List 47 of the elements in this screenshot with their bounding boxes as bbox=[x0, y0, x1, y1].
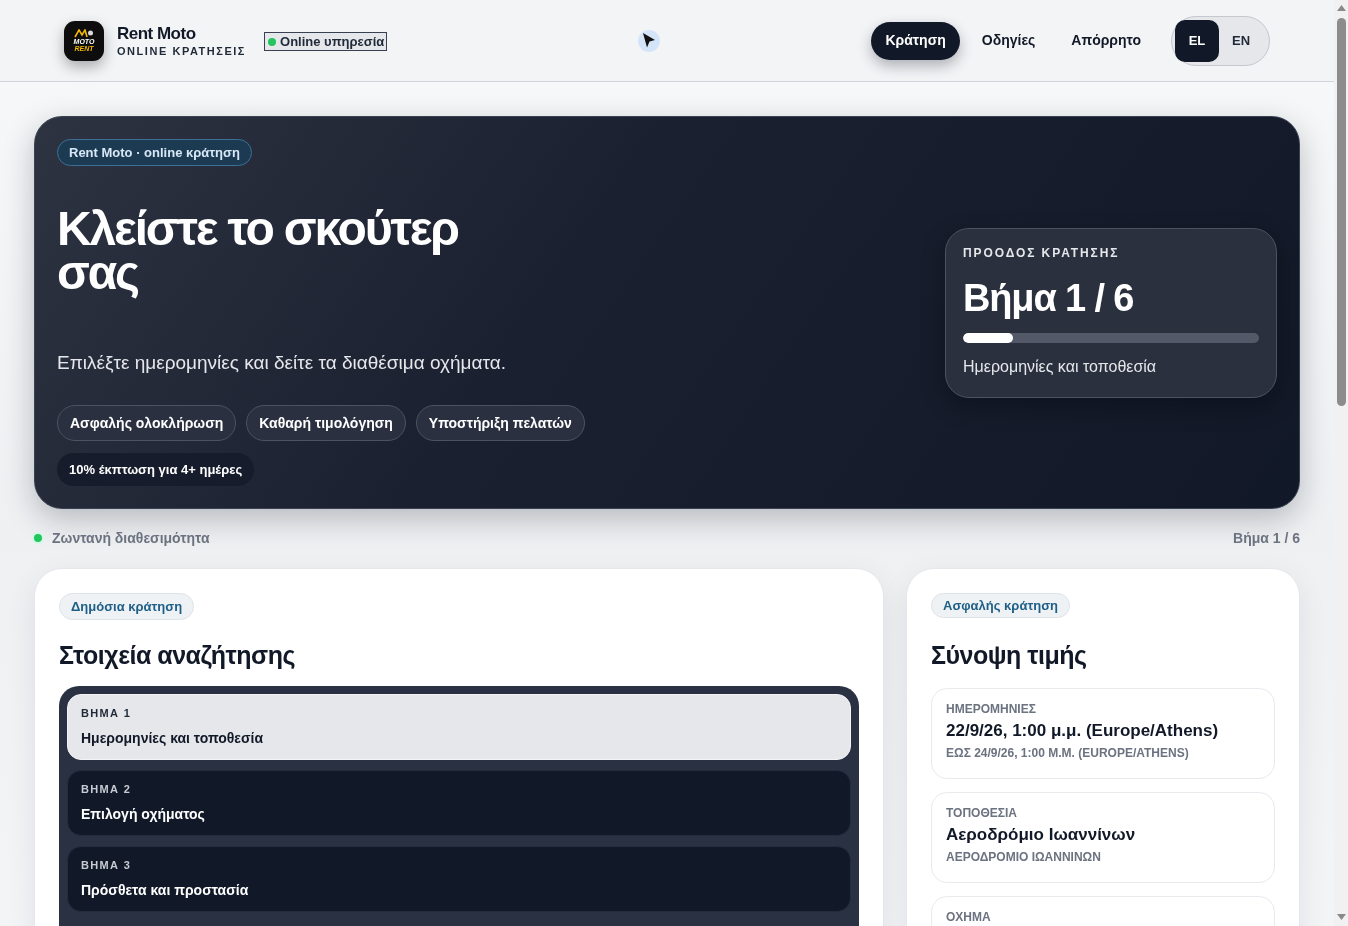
summary-label: ΤΟΠΟΘΕΣΙΑ bbox=[946, 805, 1018, 821]
summary-value: 22/9/26, 1:00 μ.μ. (Europe/Athens) bbox=[946, 720, 1220, 742]
progress-label: ΠΡΟΟΔΟΣ ΚΡΑΤΗΣΗΣ bbox=[963, 245, 1121, 261]
live-dot-icon bbox=[32, 532, 44, 544]
status-label: Online υπηρεσία bbox=[280, 34, 385, 49]
language-option[interactable]: EN bbox=[1219, 19, 1263, 62]
summary-detail: ΕΩΣ 24/9/26, 1:00 Μ.Μ. (EUROPE/ATHENS) bbox=[946, 745, 1190, 761]
scrollbar[interactable] bbox=[1334, 0, 1348, 926]
step-number: ΒΗΜΑ 1 bbox=[81, 706, 133, 721]
summary-label: ΗΜΕΡΟΜΗΝΙΕΣ bbox=[946, 701, 1037, 717]
step-number: ΒΗΜΑ 3 bbox=[81, 858, 133, 873]
mouse-cursor-icon bbox=[637, 28, 661, 54]
feature-chip: 10% έκπτωση για 4+ ημέρες bbox=[57, 453, 255, 486]
live-status-text: Ζωντανή διαθεσιμότητα bbox=[52, 528, 210, 548]
feature-chip: Καθαρή τιμολόγηση bbox=[246, 405, 406, 441]
feature-chip: Ασφαλής ολοκλήρωση bbox=[57, 405, 237, 441]
nav-link[interactable]: Απόρρητο bbox=[1057, 21, 1155, 60]
brand-name: Rent Moto bbox=[117, 23, 197, 44]
step-title: Πρόσθετα και προστασία bbox=[81, 881, 250, 899]
language-option[interactable]: EL bbox=[1175, 19, 1219, 62]
step-title: Επιλογή οχήματος bbox=[81, 805, 206, 823]
step-item[interactable]: ΒΗΜΑ 1 Ημερομηνίες και τοποθεσία bbox=[67, 694, 851, 760]
scroll-down-icon[interactable] bbox=[1336, 914, 1346, 920]
eyebrow-pill: Rent Moto · online κράτηση bbox=[57, 139, 252, 166]
nav-link[interactable]: Κράτηση bbox=[871, 21, 960, 60]
status-dot-icon bbox=[268, 37, 276, 46]
summary-label: ΟΧΗΜΑ bbox=[946, 909, 992, 925]
nav-link[interactable]: Οδηγίες bbox=[967, 21, 1050, 60]
logo-mark-icon bbox=[74, 29, 94, 38]
summary-detail: ΑΕΡΟΔΡΟΜΙΟ ΙΩΑΝΝΙΝΩΝ bbox=[946, 849, 1102, 865]
brand-tagline: ONLINE ΚΡΑΤΗΣΕΙΣ bbox=[117, 43, 246, 58]
summary-value: Αεροδρόμιο Ιωαννίνων bbox=[946, 824, 1137, 846]
step-item[interactable]: ΒΗΜΑ 2 Επιλογή οχήματος bbox=[67, 770, 851, 836]
progress-caption: Ημερομηνίες και τοποθεσία bbox=[963, 357, 1158, 377]
section-title: Σύνοψη τιμής bbox=[931, 640, 1087, 670]
step-indicator: Βήμα 1 / 6 bbox=[1233, 528, 1300, 548]
step-item[interactable]: ΒΗΜΑ 3 Πρόσθετα και προστασία bbox=[67, 846, 851, 912]
scroll-up-icon[interactable] bbox=[1336, 5, 1346, 11]
step-number: ΒΗΜΑ 2 bbox=[81, 782, 133, 797]
section-pill: Ασφαλής κράτηση bbox=[931, 593, 1070, 618]
feature-chip: Υποστήριξη πελατών bbox=[415, 405, 585, 441]
step-title: Ημερομηνίες και τοποθεσία bbox=[81, 729, 265, 747]
progress-step: Βήμα 1 / 6 bbox=[963, 277, 1259, 319]
hero-subtitle: Επιλέξτε ημερομηνίες και δείτε τα διαθέσιμα οχήματα. bbox=[57, 351, 506, 375]
scrollbar-thumb[interactable] bbox=[1336, 18, 1346, 406]
section-pill: Δημόσια κράτηση bbox=[59, 593, 195, 620]
section-title: Στοιχεία αναζήτησης bbox=[59, 640, 295, 670]
